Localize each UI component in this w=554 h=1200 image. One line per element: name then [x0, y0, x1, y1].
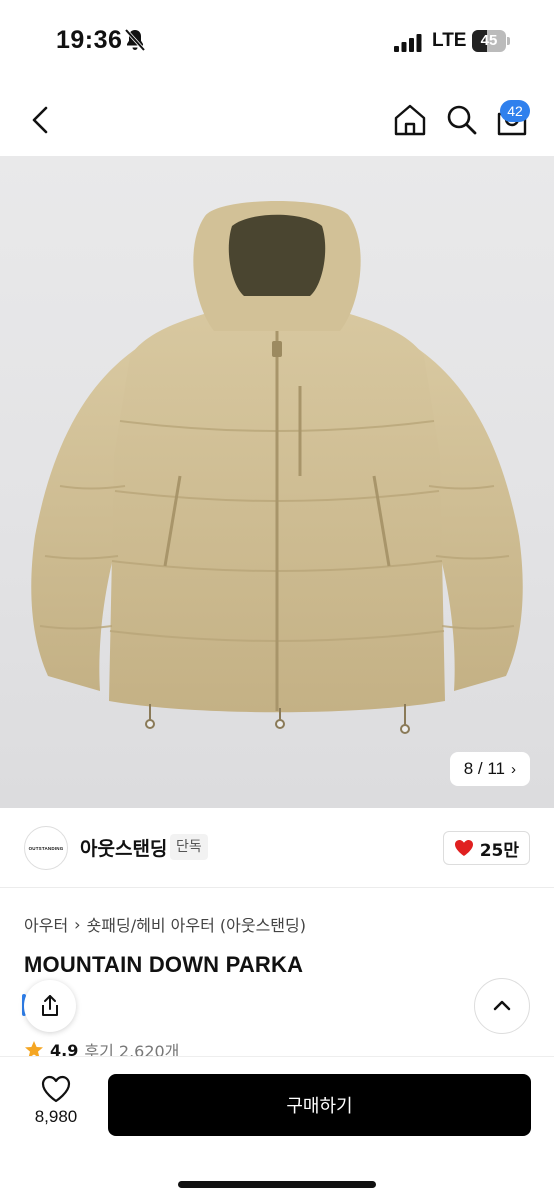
bell-slash-icon: [124, 28, 146, 52]
breadcrumb-subcategory[interactable]: 숏패딩/헤비 아우터 (아웃스탠딩): [87, 912, 306, 936]
breadcrumb-category[interactable]: 아우터: [24, 912, 68, 936]
chevron-up-icon: [493, 1000, 511, 1011]
back-icon[interactable]: [22, 100, 58, 140]
status-time: 19:36: [56, 26, 123, 54]
top-navigation: [0, 84, 554, 156]
brand-like-button[interactable]: 25만: [442, 831, 530, 865]
home-indicator: [178, 1181, 376, 1188]
exclusive-badge: 단독: [170, 834, 208, 860]
battery-percentage: 45: [480, 32, 498, 49]
status-bar: 19:36 LTE 45: [0, 0, 554, 84]
brand-logo[interactable]: OUTSTANDING: [24, 826, 68, 870]
share-button[interactable]: [24, 980, 76, 1032]
search-icon[interactable]: [442, 100, 482, 140]
brand-logo-text: OUTSTANDING: [28, 845, 64, 851]
brand-like-count: 25만: [479, 840, 519, 861]
chevron-right-icon: ›: [511, 760, 516, 778]
wishlist-button[interactable]: 8,980: [26, 1075, 86, 1139]
wishlist-count: 8,980: [34, 1107, 78, 1126]
network-label: LTE: [432, 30, 467, 51]
product-title: MOUNTAIN DOWN PARKA: [24, 952, 304, 977]
down-parka-illustration: [31, 201, 523, 734]
chevron-right-icon: ›: [74, 914, 81, 934]
home-icon[interactable]: [390, 100, 430, 140]
brand-row: OUTSTANDING 아웃스탠딩 단독 25만: [0, 808, 554, 888]
heart-filled-icon: [454, 840, 473, 856]
image-counter-text: 8 / 11: [463, 759, 505, 778]
share-icon: [42, 995, 58, 1016]
brand-name[interactable]: 아웃스탠딩: [80, 834, 167, 861]
product-image[interactable]: 8 / 11 ›: [0, 156, 554, 808]
buy-button[interactable]: 구매하기: [108, 1074, 531, 1136]
scroll-to-top-button[interactable]: [474, 978, 530, 1034]
cart-badge: 42: [500, 100, 530, 122]
bottom-action-bar: 8,980 구매하기: [0, 1056, 554, 1200]
breadcrumb: 아우터 › 숏패딩/헤비 아우터 (아웃스탠딩): [24, 912, 306, 936]
signal-icon: [394, 34, 422, 52]
image-counter[interactable]: 8 / 11 ›: [449, 752, 530, 786]
battery-icon: 45: [472, 30, 510, 52]
heart-outline-icon: [41, 1075, 71, 1103]
